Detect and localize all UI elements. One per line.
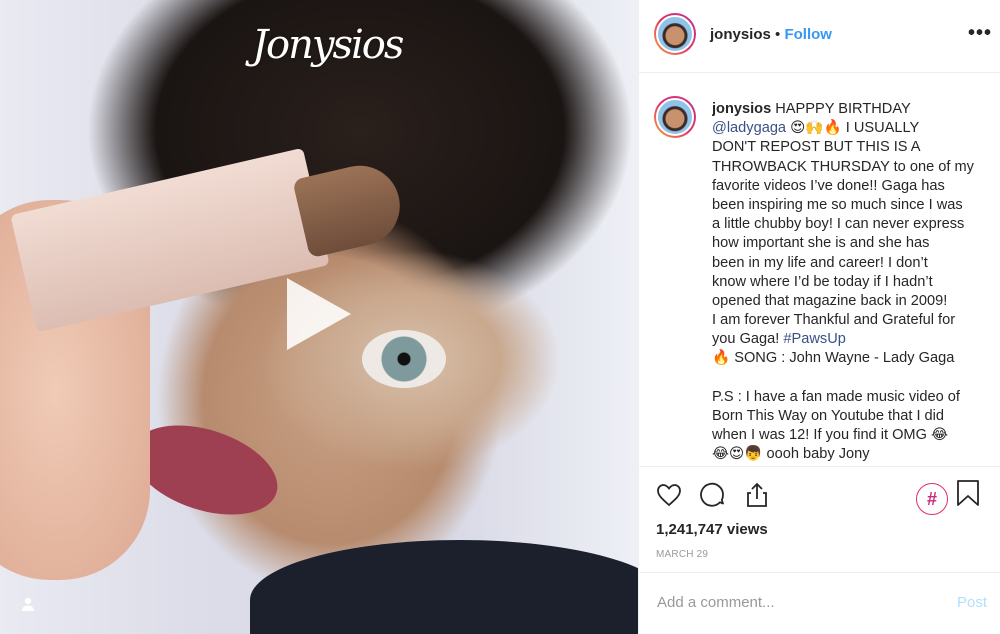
caption-text: when I was 12! If you find it OMG 😂: [712, 427, 949, 444]
like-heart-icon[interactable]: [655, 481, 683, 509]
caption: jonysios HAPPPY BIRTHDAY @ladygaga 😍🙌🔥 I …: [712, 100, 992, 464]
hashtag-badge-button[interactable]: #: [916, 483, 948, 515]
follow-button[interactable]: Follow: [784, 26, 832, 43]
caption-text: a little chubby boy! I can never express: [712, 216, 965, 233]
avatar[interactable]: [654, 13, 696, 55]
caption-line: 😂😍👦 oooh baby Jony: [712, 445, 992, 464]
comment-icon[interactable]: [699, 481, 727, 509]
video-frame-product: [10, 147, 330, 333]
caption-text: P.S : I have a fan made music video of: [712, 388, 960, 405]
play-icon[interactable]: [287, 278, 351, 350]
username-link[interactable]: jonysios: [710, 26, 771, 43]
caption-line: know where I’d be today if I hadn’t: [712, 273, 992, 292]
caption-line: jonysios HAPPPY BIRTHDAY: [712, 100, 992, 119]
user-tag-icon[interactable]: [20, 596, 36, 612]
caption-text: been in my life and career! I don’t: [712, 254, 928, 271]
caption-line: P.S : I have a fan made music video of: [712, 388, 992, 407]
caption-link[interactable]: @ladygaga: [712, 120, 786, 136]
caption-line: how important she is and she has: [712, 234, 992, 253]
video-player[interactable]: Jonysios: [0, 0, 638, 634]
caption-text: I am forever Thankful and Grateful for: [712, 312, 956, 329]
comment-input[interactable]: Add a comment...: [657, 594, 775, 611]
caption-line: [712, 369, 992, 388]
caption-line: been in my life and career! I don’t: [712, 254, 992, 273]
caption-avatar[interactable]: [654, 96, 696, 138]
caption-text: how important she is and she has: [712, 235, 930, 252]
caption-line: 🔥 SONG : John Wayne - Lady Gaga: [712, 349, 992, 368]
caption-line: @ladygaga 😍🙌🔥 I USUALLY: [712, 119, 992, 138]
caption-text: 😂😍👦 oooh baby Jony: [712, 446, 870, 463]
header-user: jonysios • Follow: [710, 26, 832, 43]
caption-text: Born This Way on Youtube that I did: [712, 408, 945, 424]
caption-text: favorite videos I’ve done!! Gaga has: [712, 177, 945, 194]
caption-line: opened that magazine back in 2009!: [712, 292, 992, 311]
caption-line: you Gaga! #PawsUp: [712, 330, 992, 349]
caption-text: know where I’d be today if I hadn’t: [712, 273, 933, 290]
caption-text: HAPPPY BIRTHDAY: [771, 101, 911, 117]
caption-text: DON'T REPOST BUT THIS IS A: [712, 139, 921, 156]
share-icon[interactable]: [743, 481, 771, 509]
caption-link[interactable]: #PawsUp: [783, 331, 845, 347]
caption-line: Born This Way on Youtube that I did: [712, 407, 992, 426]
caption-text: you Gaga!: [712, 331, 784, 348]
caption-line: DON'T REPOST BUT THIS IS A: [712, 138, 992, 157]
caption-line: a little chubby boy! I can never express: [712, 215, 992, 234]
bookmark-icon[interactable]: [954, 479, 982, 507]
post-comment-button[interactable]: Post: [957, 594, 987, 611]
caption-line: favorite videos I’ve done!! Gaga has: [712, 177, 992, 196]
caption-text: 🔥 SONG : John Wayne - Lady Gaga: [712, 350, 955, 367]
video-frame-shirt: [250, 540, 638, 634]
caption-text: THROWBACK THURSDAY to one of my: [712, 158, 974, 175]
caption-text: been inspiring me so much since I was: [712, 196, 963, 213]
caption-line: been inspiring me so much since I was: [712, 196, 992, 215]
post-date[interactable]: MARCH 29: [656, 549, 708, 560]
more-options-icon[interactable]: •••: [968, 22, 992, 45]
caption-username[interactable]: jonysios: [712, 101, 771, 117]
caption-line: THROWBACK THURSDAY to one of my: [712, 158, 992, 177]
video-frame-eye: [362, 330, 446, 388]
caption-text: opened that magazine back in 2009!: [712, 292, 948, 309]
separator: •: [775, 26, 781, 43]
video-frame-product-cap: [292, 157, 408, 259]
caption-line: when I was 12! If you find it OMG 😂: [712, 426, 992, 445]
caption-line: I am forever Thankful and Grateful for: [712, 311, 992, 330]
view-count[interactable]: 1,241,747 views: [656, 521, 768, 538]
caption-text: 😍🙌🔥 I USUALLY: [786, 120, 920, 137]
post-header: jonysios • Follow •••: [639, 0, 1000, 73]
post-panel: jonysios • Follow ••• jonysios HAPPPY BI…: [638, 0, 1000, 634]
action-bar: # 1,241,747 views MARCH 29: [639, 466, 1000, 573]
watermark-logo: Jonysios: [252, 22, 404, 68]
